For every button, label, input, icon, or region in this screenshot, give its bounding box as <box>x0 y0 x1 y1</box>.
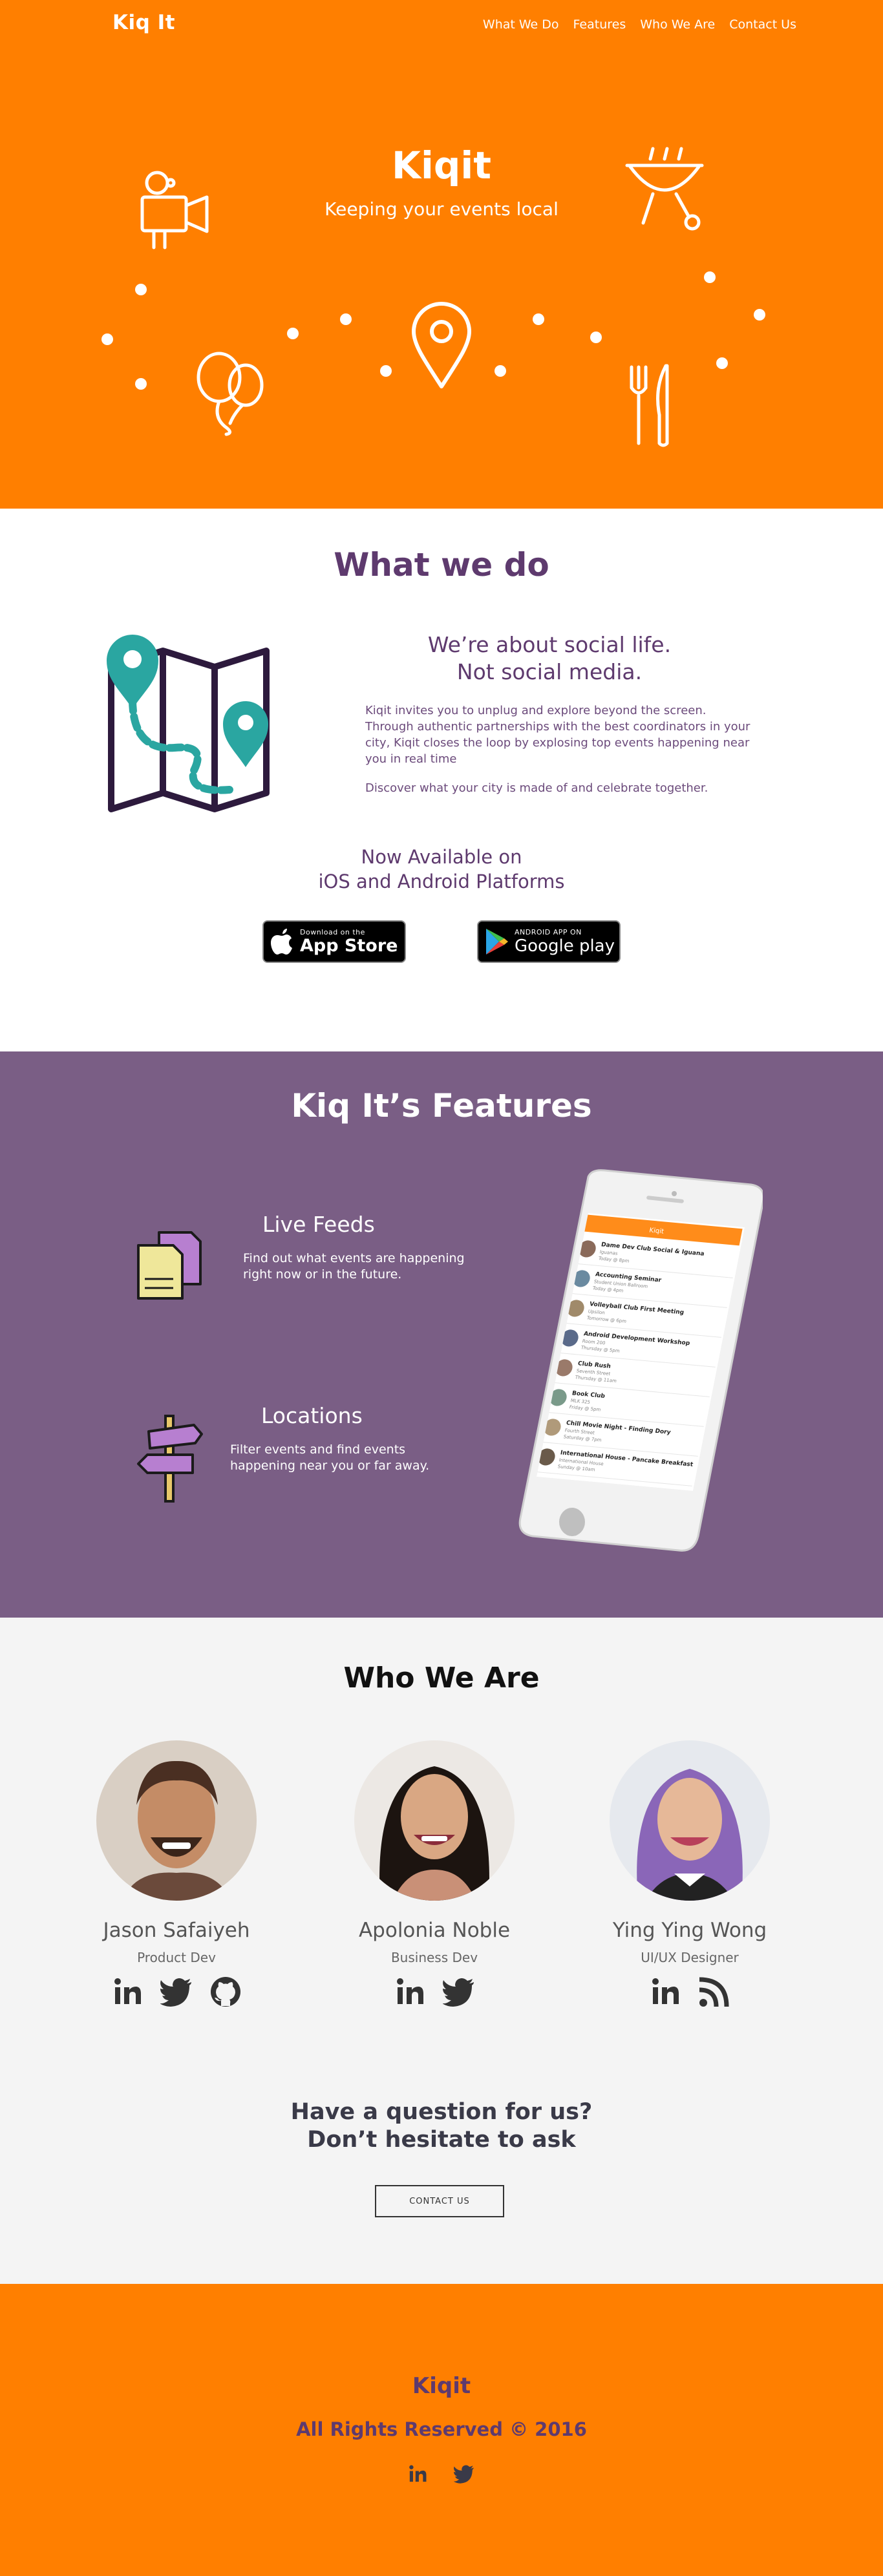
linkedin-icon[interactable] <box>394 1976 426 2008</box>
feature-desc-locations: Filter events and find events happening … <box>230 1442 429 1474</box>
footer-socials <box>407 2464 474 2484</box>
phone-header-title: Kiqit <box>648 1227 665 1236</box>
feature-desc-line: right now or in the future. <box>243 1267 402 1282</box>
hero-section: Kiq It What We Do Features Who We Are Co… <box>0 0 883 509</box>
linkedin-icon[interactable] <box>407 2464 428 2484</box>
copyright: All Rights Reserved © 2016 <box>296 2418 587 2440</box>
twitter-icon[interactable] <box>442 1976 475 2008</box>
member-name: Ying Ying Wong <box>612 1919 767 1942</box>
google-play-badge[interactable]: ANDROID APP ON Google play <box>477 920 621 963</box>
what-we-do-heading: What we do <box>334 546 549 584</box>
rss-icon[interactable] <box>698 1976 730 2008</box>
phone-mockup: KiqitDame Dev Club Social & IguanaIguana… <box>518 1169 763 1552</box>
tagline-line-1: We’re about social life. <box>427 632 672 657</box>
team-member-card: Apolonia Noble Business Dev <box>337 1740 531 2008</box>
app-store-badge[interactable]: Download on the App Store <box>262 920 406 963</box>
member-name: Apolonia Noble <box>358 1919 511 1942</box>
balloons-icon <box>197 352 264 436</box>
google-play-big-text: Google play <box>515 936 615 956</box>
available-line-2: iOS and Android Platforms <box>318 871 565 892</box>
member-role: Business Dev <box>390 1950 478 1965</box>
member-role: UI/UX Designer <box>641 1950 739 1965</box>
github-icon[interactable] <box>209 1976 242 2008</box>
hero-illustration <box>101 147 765 447</box>
twitter-icon[interactable] <box>453 2464 474 2484</box>
feature-title-live-feeds: Live Feeds <box>262 1212 375 1237</box>
apple-icon <box>264 922 300 962</box>
what-discover: Discover what your city is made of and c… <box>365 781 708 795</box>
tagline-line-2: Not social media. <box>456 659 643 684</box>
location-pin-icon <box>412 302 471 388</box>
who-we-are-heading: Who We Are <box>343 1662 540 1694</box>
member-socials <box>337 1976 531 2008</box>
google-play-icon <box>478 922 515 962</box>
what-we-do-section: What we do We’re about social life. Not … <box>0 509 883 1051</box>
fork-knife-icon <box>630 364 669 447</box>
linkedin-icon[interactable] <box>111 1976 144 2008</box>
feature-desc-live-feeds: Find out what events are happening right… <box>243 1251 465 1283</box>
footer: Kiqit All Rights Reserved © 2016 <box>0 2284 883 2576</box>
hero-title: Kiqit <box>392 143 491 187</box>
team-member-card: Jason Safaiyeh Product Dev <box>80 1740 273 2008</box>
question-text: Have a question for us? Don’t hesitate t… <box>0 2098 883 2154</box>
features-heading: Kiq It’s Features <box>291 1087 592 1124</box>
member-role: Product Dev <box>137 1950 216 1965</box>
feature-desc-line: happening near you or far away. <box>230 1459 430 1473</box>
app-store-small-text: Download on the <box>300 927 365 936</box>
who-we-are-section: Who We Are Jason Safaiyeh Product Dev Ap… <box>0 1618 883 2284</box>
features-section: Kiq It’s Features Live Feeds Find out wh… <box>0 1051 883 1618</box>
avatar <box>354 1740 515 1901</box>
tagline: We’re about social life. Not social medi… <box>362 631 737 686</box>
twitter-icon[interactable] <box>160 1976 193 2008</box>
team-member-card: Ying Ying Wong UI/UX Designer <box>593 1740 787 2008</box>
avatar <box>610 1740 770 1901</box>
google-play-small-text: ANDROID APP ON <box>515 927 582 936</box>
feature-desc-line: Filter events and find events <box>230 1442 406 1457</box>
available-platforms: Now Available on iOS and Android Platfor… <box>0 845 883 894</box>
signpost-icon <box>137 1415 203 1503</box>
what-description: Kiqit invites you to unplug and explore … <box>365 704 750 766</box>
documents-icon <box>137 1231 202 1300</box>
member-socials <box>80 1976 273 2008</box>
phone-home-button <box>559 1508 585 1536</box>
member-socials <box>593 1976 787 2008</box>
hero-subtitle: Keeping your events local <box>324 198 559 220</box>
feature-desc-line: Find out what events are happening <box>243 1251 465 1265</box>
question-line-2: Don’t hesitate to ask <box>307 2127 576 2153</box>
available-line-1: Now Available on <box>361 846 522 868</box>
app-store-big-text: App Store <box>300 935 398 956</box>
feature-title-locations: Locations <box>261 1403 363 1428</box>
map-icon <box>107 635 270 812</box>
member-name: Jason Safaiyeh <box>103 1919 250 1942</box>
question-line-1: Have a question for us? <box>290 2099 593 2125</box>
linkedin-icon[interactable] <box>649 1976 681 2008</box>
contact-us-button[interactable]: CONTACT US <box>375 2185 504 2217</box>
avatar <box>96 1740 257 1901</box>
footer-brand: Kiqit <box>412 2373 471 2399</box>
